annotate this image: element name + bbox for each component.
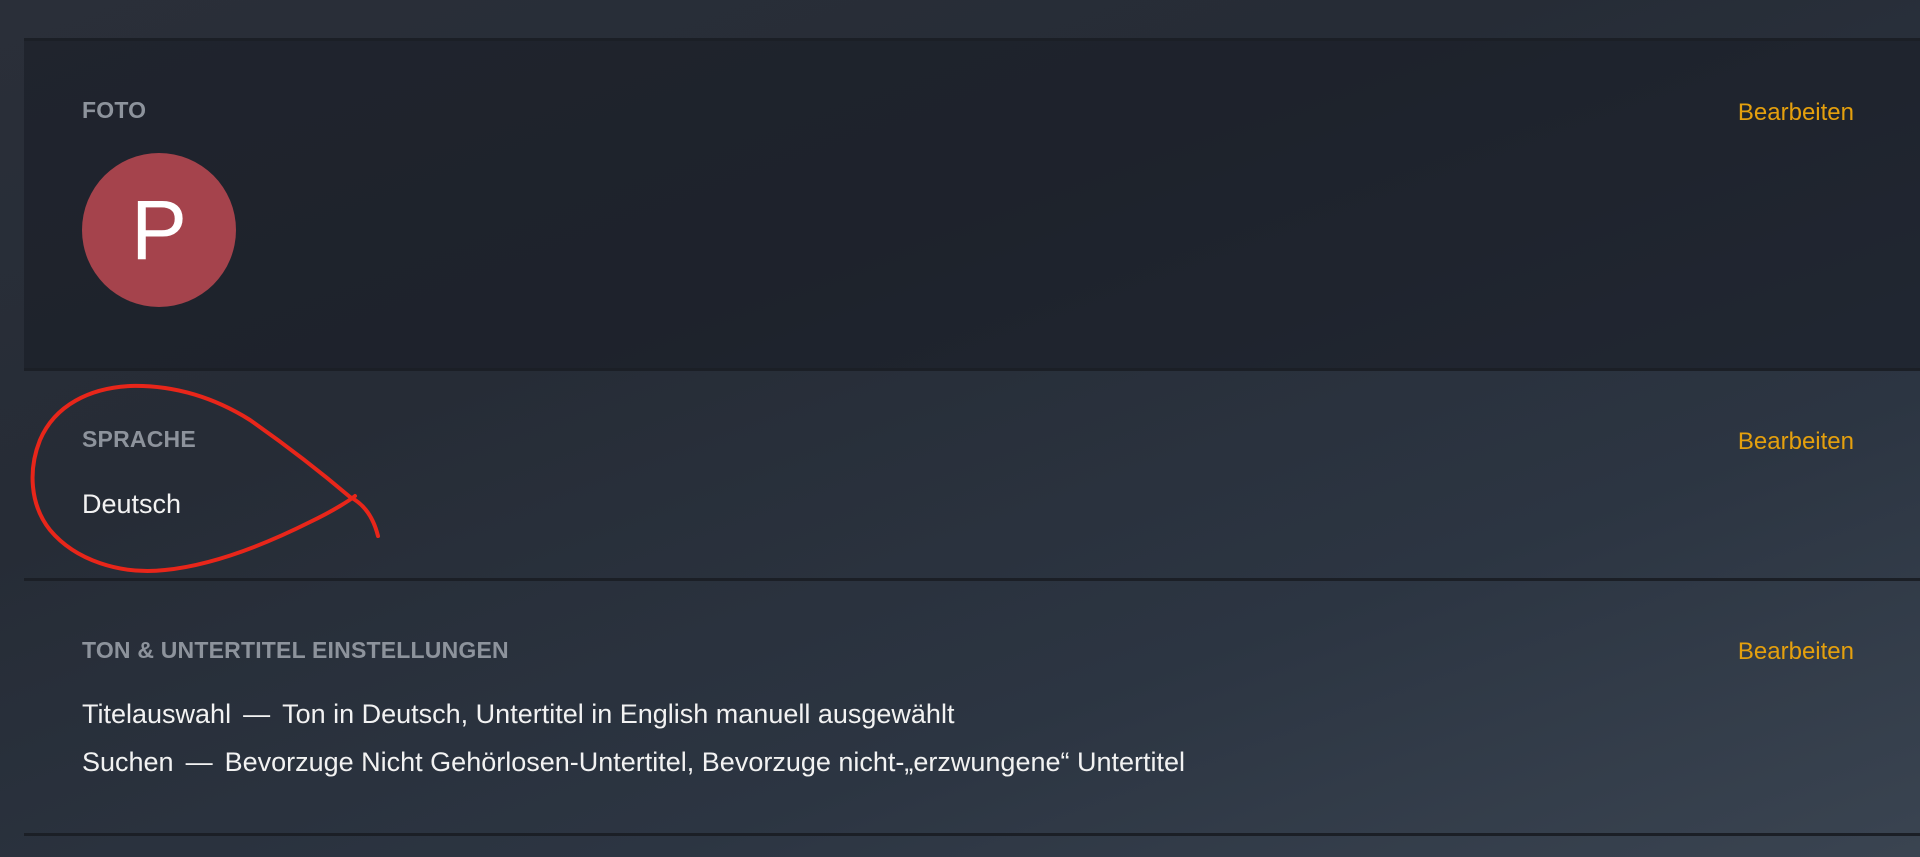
language-section-title: SPRACHE: [82, 426, 196, 452]
language-edit-button[interactable]: Bearbeiten: [1738, 428, 1854, 456]
avatar: P: [82, 153, 236, 307]
language-section: SPRACHE Bearbeiten Deutsch: [24, 368, 1920, 578]
audio-subtitle-edit-button[interactable]: Bearbeiten: [1738, 638, 1854, 666]
photo-section: FOTO Bearbeiten P: [24, 38, 1920, 368]
setting-row-value: Ton in Deutsch, Untertitel in English ma…: [282, 699, 955, 729]
setting-row-separator: —: [185, 747, 213, 777]
setting-row-track-selection: Titelauswahl — Ton in Deutsch, Untertitel …: [82, 699, 954, 730]
audio-subtitle-section-title: TON & UNTERTITEL EINSTELLUNGEN: [82, 637, 509, 663]
photo-edit-button[interactable]: Bearbeiten: [1738, 99, 1854, 127]
avatar-letter: P: [130, 182, 188, 277]
setting-row-label: Suchen: [82, 747, 174, 777]
photo-section-title: FOTO: [82, 97, 147, 123]
setting-row-label: Titelauswahl: [82, 699, 232, 729]
audio-subtitle-section: TON & UNTERTITEL EINSTELLUNGEN Bearbeite…: [24, 578, 1920, 836]
setting-row-value: Bevorzuge Nicht Gehörlosen-Untertitel, B…: [224, 747, 1186, 777]
setting-row-search: Suchen — Bevorzuge Nicht Gehörlosen-Untert…: [82, 747, 1185, 778]
setting-row-separator: —: [243, 699, 271, 729]
language-value: Deutsch: [82, 489, 182, 519]
